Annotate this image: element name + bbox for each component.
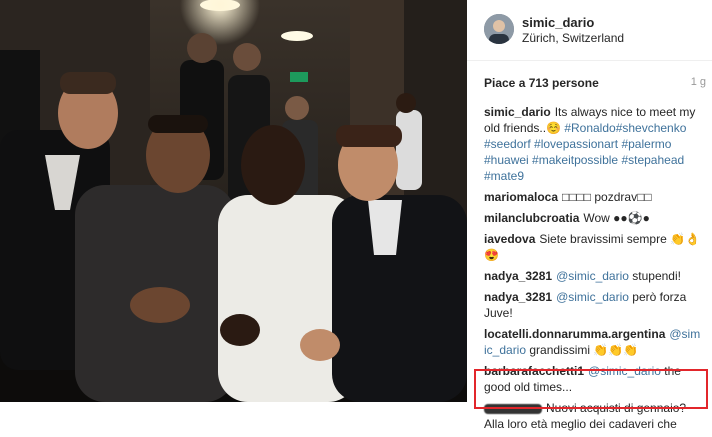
- hashtag-link[interactable]: #huawei: [484, 153, 529, 167]
- avatar[interactable]: [484, 14, 514, 44]
- hashtag-link[interactable]: #stepahead: [621, 153, 684, 167]
- likes-count[interactable]: Piace a 713 persone: [484, 76, 599, 90]
- avatar-image: [484, 14, 514, 44]
- post-header: simic_dario Zürich, Switzerland: [467, 0, 712, 61]
- comment-text: □□□□ pozdrav□□: [562, 190, 652, 204]
- hashtag-link[interactable]: #lovepassionart: [534, 137, 618, 151]
- hashtag-link[interactable]: #mate9: [484, 169, 524, 183]
- comment: locatelli.donnarumma.argentina @simic_dar…: [484, 326, 702, 358]
- post-username[interactable]: simic_dario: [522, 15, 594, 30]
- comment: simic_dario Its always nice to meet my ol…: [484, 104, 702, 184]
- post-location[interactable]: Zürich, Switzerland: [522, 31, 624, 45]
- comment: nadya_3281 @simic_dario stupendi!: [484, 268, 702, 284]
- hashtag-link[interactable]: #seedorf: [484, 137, 531, 151]
- post-photo[interactable]: [0, 0, 467, 402]
- comment-text: Wow ●●⚽●: [583, 211, 650, 225]
- comment-username[interactable]: nadya_3281: [484, 269, 552, 283]
- hashtag-link[interactable]: #palermo: [621, 137, 671, 151]
- mention-link[interactable]: @simic_dario: [556, 269, 629, 283]
- mention-link[interactable]: @simic_dario: [556, 290, 629, 304]
- comment-text: stupendi!: [628, 269, 681, 283]
- comment: iavedova Siete bravissimi sempre 👏👌 😍: [484, 231, 702, 263]
- post-time[interactable]: 1 g: [691, 76, 706, 88]
- comment-username[interactable]: milanclubcroatia: [484, 211, 579, 225]
- comment: nadya_3281 @simic_dario però forza Juve!: [484, 289, 702, 321]
- comment-username[interactable]: locatelli.donnarumma.argentina: [484, 327, 665, 341]
- comment-username[interactable]: nadya_3281: [484, 290, 552, 304]
- photo-image: [0, 0, 467, 402]
- post-sidebar: simic_dario Zürich, Switzerland Piace a …: [467, 0, 712, 431]
- hashtag-link[interactable]: #makeitpossible: [532, 153, 618, 167]
- comment: marioma​loca □□□□ pozdrav□□: [484, 189, 702, 205]
- hashtag-link[interactable]: #Ronaldo: [564, 121, 615, 135]
- hashtag-link[interactable]: #shevchenko: [616, 121, 687, 135]
- comment-text: grandissimi 👏👏👏: [526, 343, 639, 357]
- comment-username[interactable]: simic_dario: [484, 105, 551, 119]
- highlight-box: [474, 369, 708, 409]
- comment-username[interactable]: marioma​loca: [484, 190, 558, 204]
- comment: milanclubcroatia Wow ●●⚽●: [484, 210, 702, 226]
- comment-username[interactable]: iavedova: [484, 232, 535, 246]
